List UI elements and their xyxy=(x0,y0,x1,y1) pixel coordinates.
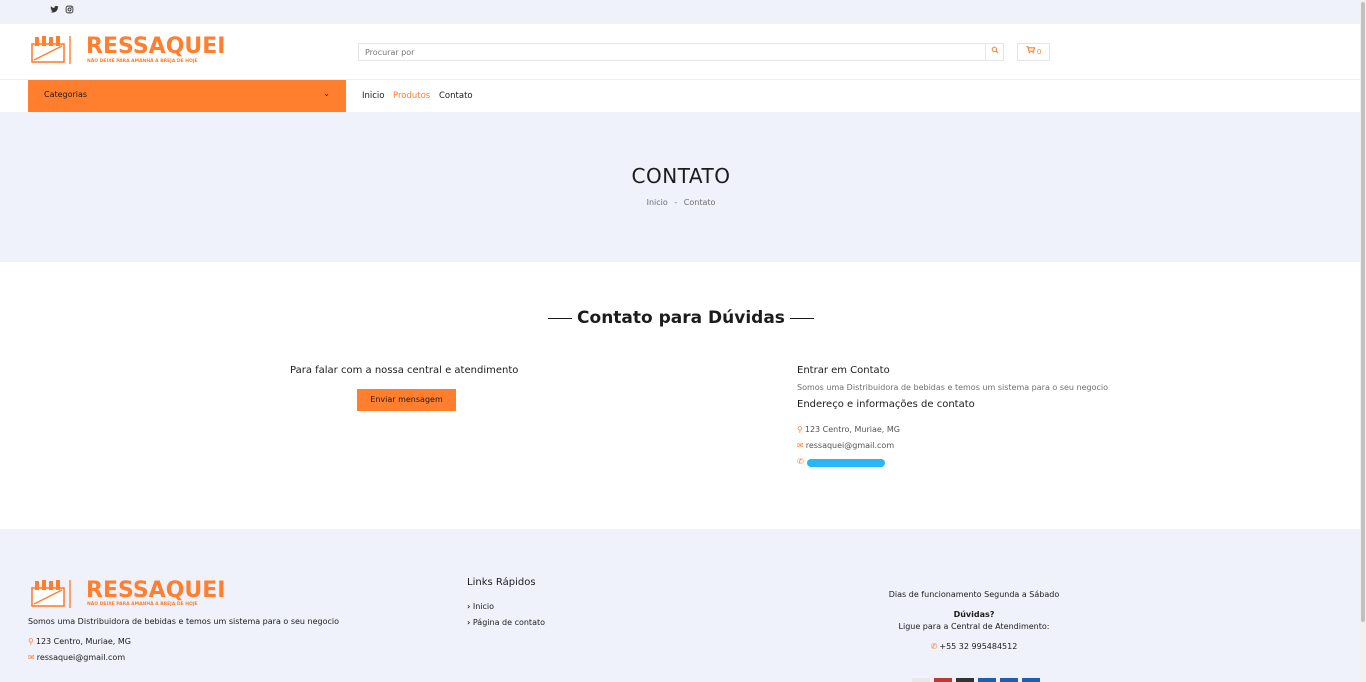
search-button[interactable] xyxy=(985,43,1004,61)
page-title: CONTATO xyxy=(631,164,731,188)
payment-card-icon xyxy=(956,678,974,682)
footer-logo-text: RESSAQUEI xyxy=(86,578,226,603)
address-title: Endereço e informações de contato xyxy=(797,399,975,410)
breadcrumb-home[interactable]: Inicio xyxy=(647,198,668,207)
contact-phone: ✆ xyxy=(797,457,806,466)
envelope-icon: ✉ xyxy=(797,441,804,450)
categories-dropdown[interactable]: Categorias ⌄ xyxy=(28,80,346,112)
footer-hours: Dias de funcionamento Segunda a Sábado xyxy=(888,590,1060,599)
breadcrumb-current: Contato xyxy=(683,198,716,207)
footer-description: Somos uma Distribuidora de bebidas e tem… xyxy=(28,617,340,626)
mastercard-icon xyxy=(934,678,952,682)
categories-label: Categorias xyxy=(44,90,88,99)
instagram-icon[interactable] xyxy=(65,5,74,17)
footer-link-contact[interactable]: › Página de contato xyxy=(467,618,545,627)
beer-crate-icon xyxy=(31,580,65,607)
contact-description: Somos uma Distribuidora de bebidas e tem… xyxy=(797,383,1109,392)
map-marker-icon: ⚲ xyxy=(797,425,803,434)
search-icon xyxy=(991,46,998,54)
top-bar xyxy=(0,0,1360,24)
send-message-button[interactable]: Enviar mensagem xyxy=(357,389,456,411)
nav-item-contato[interactable]: Contato xyxy=(439,91,473,101)
chevron-down-icon: ⌄ xyxy=(323,89,330,98)
nav-item-inicio[interactable]: Inicio xyxy=(362,91,385,101)
footer-email-text: ressaquei@gmail.com xyxy=(36,653,126,662)
payment-methods xyxy=(912,677,1044,682)
footer-call-text: Ligue para a Central de Atendimento: xyxy=(898,622,1050,631)
cart-icon xyxy=(1026,46,1036,54)
breadcrumb: Inicio - Contato xyxy=(0,198,1362,207)
cart-button[interactable]: 0 xyxy=(1017,43,1050,61)
amex-icon xyxy=(1000,678,1018,682)
footer-link-home[interactable]: › Inicio xyxy=(467,602,494,611)
redacted-phone xyxy=(807,459,885,467)
footer-address: ⚲ 123 Centro, Muriae, MG xyxy=(28,637,131,646)
contact-left-title: Para falar com a nossa central e atendim… xyxy=(290,365,519,376)
footer-phone[interactable]: ✆ +55 32 995484512 xyxy=(860,642,1088,651)
contact-email: ✉ ressaquei@gmail.com xyxy=(797,441,894,450)
divider xyxy=(548,317,573,319)
phone-icon: ✆ xyxy=(930,642,938,651)
scrollbar[interactable] xyxy=(1360,0,1366,682)
divider xyxy=(789,317,814,319)
contact-email-text: ressaquei@gmail.com xyxy=(805,441,895,450)
nav-item-produtos[interactable]: Produtos xyxy=(393,91,430,101)
cart-count: 0 xyxy=(1036,48,1042,56)
scrollbar-thumb[interactable] xyxy=(1361,2,1365,622)
chevron-right-icon: › xyxy=(467,618,471,627)
logo-tagline: NÃO DEIXE PARA AMANHÃ A BREJA DE HOJE xyxy=(87,59,198,64)
footer-phone-text: +55 32 995484512 xyxy=(939,642,1018,651)
contact-address: ⚲ 123 Centro, Muriae, MG xyxy=(797,425,900,434)
quick-links-title: Links Rápidos xyxy=(467,577,536,588)
contact-right-title: Entrar em Contato xyxy=(797,365,890,376)
search-input[interactable] xyxy=(358,43,986,61)
contact-address-text: 123 Centro, Muriae, MG xyxy=(804,425,900,434)
chevron-right-icon: › xyxy=(467,602,471,611)
logo-text: RESSAQUEI xyxy=(86,34,226,59)
contact-info: Entrar em Contato Somos uma Distribuidor… xyxy=(797,365,1108,410)
envelope-icon: ✉ xyxy=(28,653,35,662)
payment-card-icon xyxy=(912,678,930,682)
phone-icon: ✆ xyxy=(797,457,804,466)
section-title-text: Contato para Dúvidas xyxy=(577,308,785,328)
logo[interactable]: RESSAQUEI NÃO DEIXE PARA AMANHÃ A BREJA … xyxy=(30,34,225,68)
footer-doubts: Dúvidas? xyxy=(953,610,995,619)
breadcrumb-separator: - xyxy=(674,198,678,207)
beer-crate-icon xyxy=(31,36,65,63)
section-title: Contato para Dúvidas xyxy=(0,308,1362,328)
footer-email: ✉ ressaquei@gmail.com xyxy=(28,653,125,662)
footer-link-contact-label: Página de contato xyxy=(472,618,546,627)
footer-link-home-label: Inicio xyxy=(472,602,495,611)
footer-logo-tagline: NÃO DEIXE PARA AMANHÃ A BREJA DE HOJE xyxy=(87,602,198,607)
footer-logo[interactable]: RESSAQUEI NÃO DEIXE PARA AMANHÃ A BREJA … xyxy=(30,578,225,612)
visa-icon xyxy=(978,678,996,682)
twitter-icon[interactable] xyxy=(50,5,59,17)
map-marker-icon: ⚲ xyxy=(28,637,34,646)
payment-card-icon xyxy=(1022,678,1040,682)
footer-address-text: 123 Centro, Muriae, MG xyxy=(35,637,131,646)
